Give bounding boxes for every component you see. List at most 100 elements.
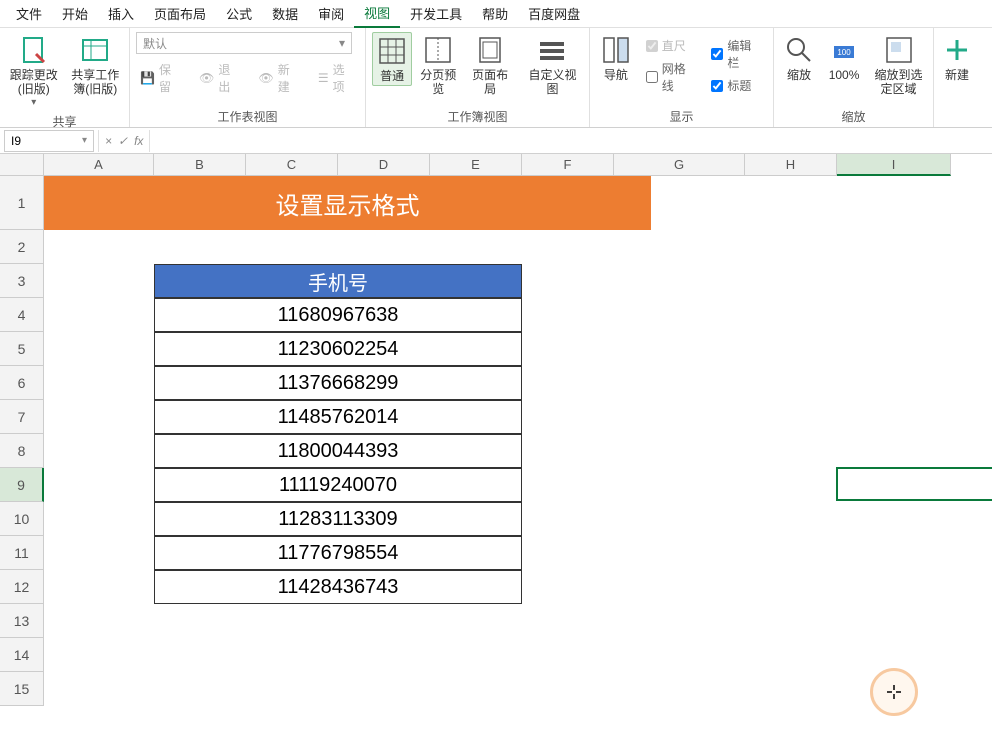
select-all-corner[interactable]	[0, 154, 44, 176]
col-header-E[interactable]: E	[430, 154, 522, 176]
zoom-100-button[interactable]: 100 100%	[824, 32, 864, 84]
phone-cell[interactable]: 11283113309	[154, 502, 522, 536]
row-header-10[interactable]: 10	[0, 502, 44, 536]
menu-item-5[interactable]: 数据	[262, 0, 308, 27]
row-header-7[interactable]: 7	[0, 400, 44, 434]
row-header-3[interactable]: 3	[0, 264, 44, 298]
page-layout-icon	[474, 34, 506, 66]
page-break-button[interactable]: 分页预览	[418, 32, 458, 99]
spreadsheet-grid[interactable]: ABCDEFGHI 123456789101112131415 设置显示格式 手…	[0, 154, 992, 752]
menu-item-2[interactable]: 插入	[98, 0, 144, 27]
row-header-12[interactable]: 12	[0, 570, 44, 604]
zoom-button[interactable]: 缩放	[780, 32, 818, 84]
row-header-9[interactable]: 9	[0, 468, 44, 502]
page-layout-label: 页面布局	[466, 68, 514, 97]
chevron-down-icon: ▾	[82, 135, 87, 146]
row-header-14[interactable]: 14	[0, 638, 44, 672]
phone-cell[interactable]: 11800044393	[154, 434, 522, 468]
name-box-value: I9	[11, 134, 21, 148]
ribbon-group-zoom: 缩放 100 100% 缩放到选定区域 缩放	[774, 28, 934, 127]
new-window-button[interactable]: 新建	[940, 32, 974, 84]
menu-item-1[interactable]: 开始	[52, 0, 98, 27]
keep-view-button[interactable]: 💾保留	[136, 60, 185, 96]
zoom-icon	[783, 34, 815, 66]
row-header-6[interactable]: 6	[0, 366, 44, 400]
group-label-zoom: 缩放	[780, 106, 927, 125]
col-header-D[interactable]: D	[338, 154, 430, 176]
phone-cell[interactable]: 11230602254	[154, 332, 522, 366]
cell-cursor-icon	[886, 684, 902, 700]
ribbon-group-share: 跟踪更改(旧版) ▾ 共享工作簿(旧版) 共享	[0, 28, 130, 127]
group-label-show: 显示	[596, 106, 767, 125]
col-header-I[interactable]: I	[837, 154, 951, 176]
menu-item-10[interactable]: 百度网盘	[518, 0, 590, 27]
phone-cell[interactable]: 11376668299	[154, 366, 522, 400]
phone-cell[interactable]: 11428436743	[154, 570, 522, 604]
menu-item-8[interactable]: 开发工具	[400, 0, 472, 27]
row-header-11[interactable]: 11	[0, 536, 44, 570]
phone-cell[interactable]: 11485762014	[154, 400, 522, 434]
navigation-label: 导航	[604, 68, 628, 82]
menu-item-0[interactable]: 文件	[6, 0, 52, 27]
col-header-B[interactable]: B	[154, 154, 246, 176]
page-break-icon	[422, 34, 454, 66]
chevron-down-icon: ▾	[339, 36, 345, 50]
new-view-button[interactable]: 👁新建	[255, 60, 304, 96]
track-changes-icon	[18, 34, 50, 66]
col-header-C[interactable]: C	[246, 154, 338, 176]
menu-item-3[interactable]: 页面布局	[144, 0, 216, 27]
zoom-selection-button[interactable]: 缩放到选定区域	[870, 32, 927, 99]
sheet-view-dropdown[interactable]: 默认 ▾	[136, 32, 352, 54]
row-header-4[interactable]: 4	[0, 298, 44, 332]
normal-view-button[interactable]: 普通	[372, 32, 412, 86]
col-header-G[interactable]: G	[614, 154, 745, 176]
normal-view-label: 普通	[380, 69, 404, 83]
row-header-5[interactable]: 5	[0, 332, 44, 366]
group-label-sheet-view: 工作表视图	[136, 106, 359, 125]
menu-item-7[interactable]: 视图	[354, 0, 400, 28]
phone-cell[interactable]: 11680967638	[154, 298, 522, 332]
name-box[interactable]: I9 ▾	[4, 130, 94, 152]
menu-item-6[interactable]: 审阅	[308, 0, 354, 27]
row-header-1[interactable]: 1	[0, 176, 44, 230]
custom-view-label: 自定义视图	[524, 68, 581, 97]
formula-bar-checkbox[interactable]: 编辑栏	[707, 36, 767, 72]
row-header-2[interactable]: 2	[0, 230, 44, 264]
row-header-13[interactable]: 13	[0, 604, 44, 638]
exit-view-button[interactable]: 👁退出	[195, 60, 244, 96]
col-header-A[interactable]: A	[44, 154, 154, 176]
zoom-100-label: 100%	[829, 68, 860, 82]
view-options-button[interactable]: ☰选项	[314, 60, 359, 96]
gridlines-checkbox[interactable]: 网格线	[642, 59, 702, 95]
phone-header-cell[interactable]: 手机号	[154, 264, 522, 298]
fx-button[interactable]: fx	[134, 134, 143, 148]
formula-bar: I9 ▾ × ✓ fx	[0, 128, 992, 154]
zoom-selection-icon	[883, 34, 915, 66]
exit-icon: 👁	[199, 71, 214, 85]
ribbon-group-sheet-view: 默认 ▾ 💾保留 👁退出 👁新建 ☰选项 工作表视图	[130, 28, 366, 127]
col-header-F[interactable]: F	[522, 154, 614, 176]
cancel-formula-button[interactable]: ×	[105, 134, 112, 148]
normal-view-icon	[376, 35, 408, 67]
track-changes-button[interactable]: 跟踪更改(旧版) ▾	[6, 32, 62, 111]
menu-item-9[interactable]: 帮助	[472, 0, 518, 27]
headings-checkbox[interactable]: 标题	[707, 76, 767, 95]
title-merged-cell[interactable]: 设置显示格式	[44, 176, 651, 230]
col-header-H[interactable]: H	[745, 154, 837, 176]
confirm-formula-button[interactable]: ✓	[118, 134, 128, 148]
formula-input[interactable]	[150, 130, 992, 152]
custom-view-button[interactable]: 自定义视图	[522, 32, 583, 99]
phone-cell[interactable]: 11119240070	[154, 468, 522, 502]
row-header-8[interactable]: 8	[0, 434, 44, 468]
dropdown-caret-icon: ▾	[31, 97, 36, 109]
ruler-checkbox[interactable]: 直尺	[642, 36, 702, 55]
phone-cell[interactable]: 11776798554	[154, 536, 522, 570]
row-header-15[interactable]: 15	[0, 672, 44, 706]
share-workbook-button[interactable]: 共享工作簿(旧版)	[68, 32, 124, 99]
group-label-share: 共享	[6, 111, 123, 130]
page-layout-button[interactable]: 页面布局	[464, 32, 516, 99]
custom-view-icon	[536, 34, 568, 66]
navigation-button[interactable]: 导航	[596, 32, 636, 84]
menu-item-4[interactable]: 公式	[216, 0, 262, 27]
zoom-label: 缩放	[787, 68, 811, 82]
